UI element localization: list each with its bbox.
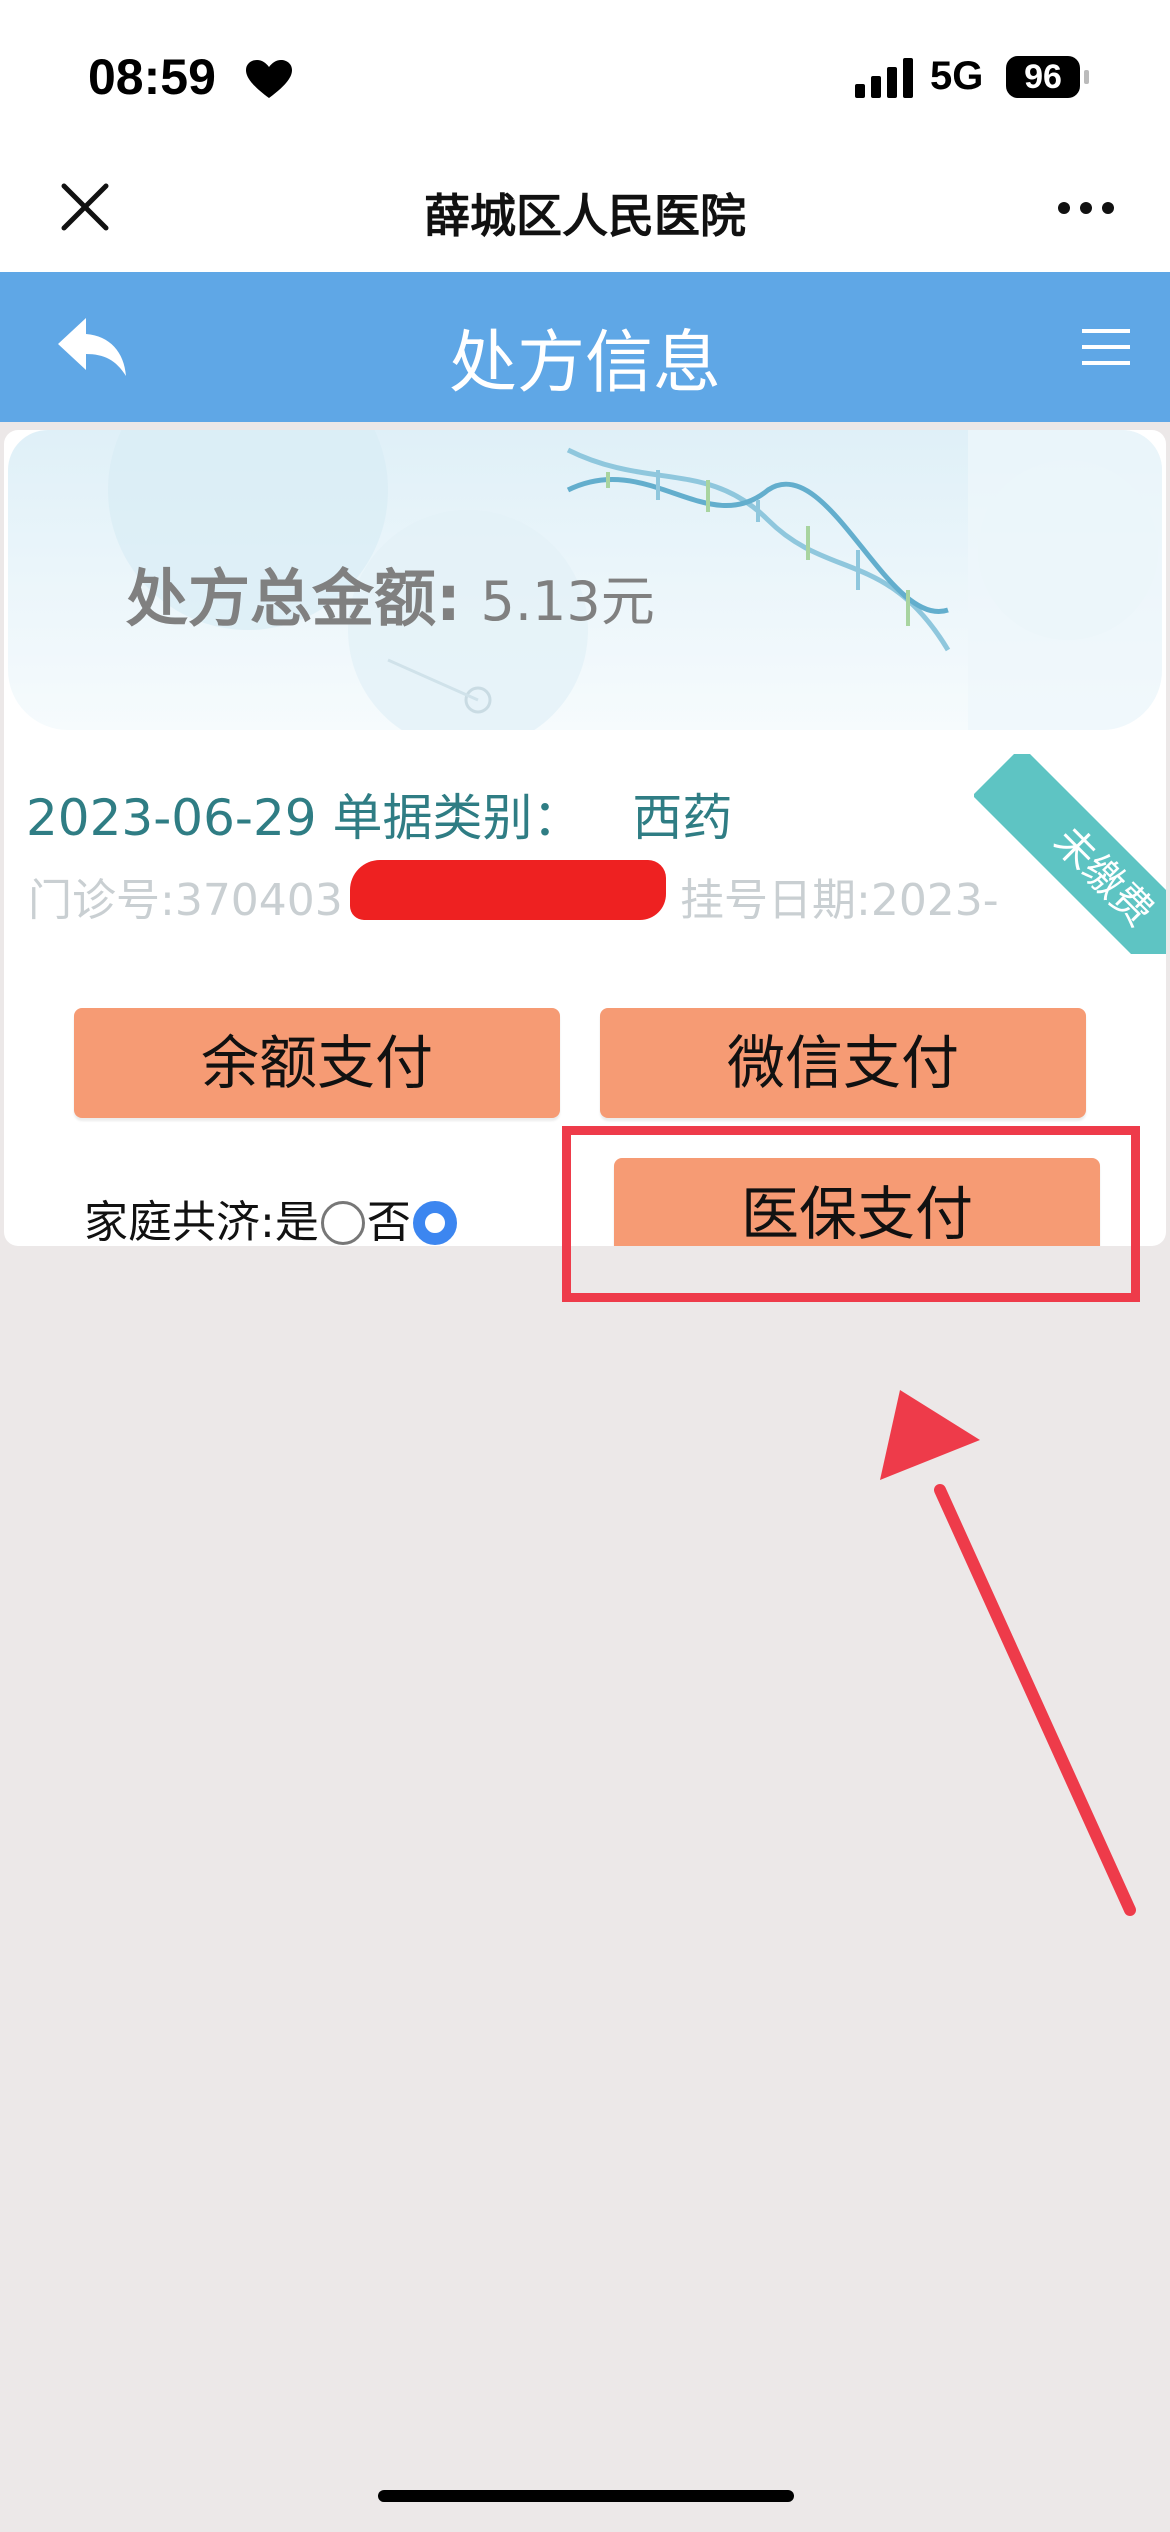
clinic-number: 门诊号:370403 <box>28 875 343 926</box>
signal-icon <box>855 58 913 98</box>
total-amount-value: 5.13元 <box>480 570 655 633</box>
browser-title: 薛城区人民医院 <box>424 189 746 243</box>
category-label: 单据类别： <box>332 789 583 847</box>
option-yes-label: 是 <box>274 1197 319 1246</box>
heart-icon <box>246 60 292 98</box>
balance-pay-button[interactable]: 余额支付 <box>74 1008 560 1118</box>
annotation-arrow-icon <box>880 1390 1136 1916</box>
redaction-mark <box>350 860 666 920</box>
prescription-banner: 处方总金额: 5.13元 <box>8 430 1162 730</box>
record-header: 2023-06-29 单据类别： 西药 <box>26 778 732 850</box>
payment-status-label: 未缴费 <box>974 754 1166 954</box>
browser-title-bar: 薛城区人民医院 <box>0 150 1170 272</box>
home-indicator <box>378 2490 794 2502</box>
status-bar: 08:59 5G 96 <box>0 0 1170 150</box>
record-date: 2023-06-29 <box>26 789 317 847</box>
payment-status-ribbon: 未缴费 <box>974 754 1166 954</box>
family-share-yes-radio[interactable] <box>320 1201 365 1245</box>
family-share-label: 家庭共济: <box>84 1197 275 1246</box>
annotation-highlight-box <box>562 1126 1140 1302</box>
page-title: 处方信息 <box>448 324 721 403</box>
family-share-no-radio[interactable] <box>412 1201 457 1245</box>
more-icon[interactable] <box>1056 200 1116 216</box>
total-amount: 处方总金额: 5.13元 <box>126 548 655 638</box>
family-share-option: 家庭共济:是否 <box>84 1186 459 1246</box>
prescription-card: 处方总金额: 5.13元 未缴费 2023-06-29 单据类别： 西药 门诊号… <box>4 430 1166 1246</box>
total-amount-label: 处方总金额: <box>126 562 461 635</box>
app-header: 处方信息 <box>0 272 1170 422</box>
network-label: 5G <box>930 54 984 98</box>
category-value: 西药 <box>632 789 733 847</box>
menu-icon[interactable] <box>1082 329 1130 365</box>
wechat-pay-button[interactable]: 微信支付 <box>600 1008 1086 1118</box>
battery-nub <box>1084 70 1089 84</box>
option-no-label: 否 <box>366 1197 411 1246</box>
registration-date: 挂号日期:2023- <box>680 875 999 926</box>
battery-icon: 96 <box>1006 56 1080 98</box>
status-time: 08:59 <box>88 49 216 105</box>
